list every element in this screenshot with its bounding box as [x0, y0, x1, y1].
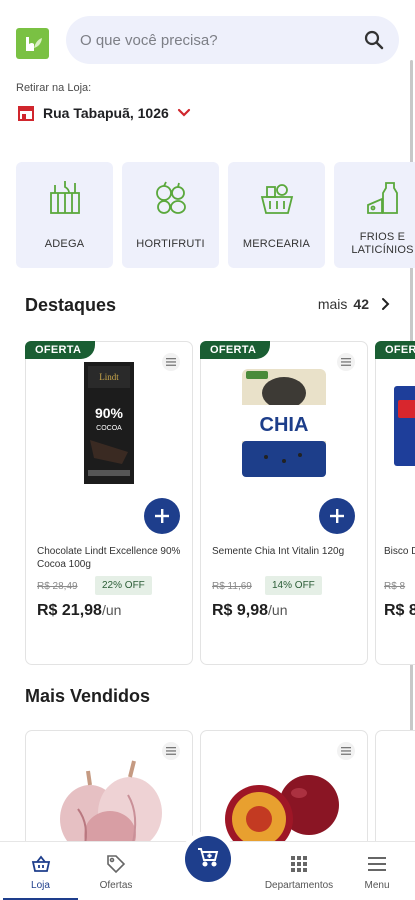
chevron-right-icon[interactable] — [379, 297, 393, 311]
category-mercearia[interactable]: MERCEARIA — [228, 162, 325, 268]
header: O que você precisa? Retirar na Loja: Rua… — [0, 0, 415, 150]
nav-label: Loja — [31, 879, 50, 891]
product-name[interactable]: Semente Chia Int Vitalin 120g — [212, 545, 360, 558]
offer-badge: OFERTA — [25, 341, 96, 359]
price-unit: /un — [101, 602, 122, 618]
search-icon[interactable] — [363, 29, 385, 51]
section-title-destaques: Destaques — [25, 295, 117, 315]
old-price: R$ 28,49 — [37, 581, 78, 592]
grid-icon — [288, 853, 310, 875]
old-price: R$ 8 — [384, 581, 406, 592]
basket-icon — [257, 178, 297, 218]
price: R$ 21,98/un — [37, 602, 121, 620]
price-value: R$ 21,98 — [37, 602, 102, 619]
nav-item-loja[interactable]: Loja — [3, 842, 78, 900]
svg-text:90%: 90% — [95, 405, 124, 421]
offer-badge: OFER — [375, 341, 415, 359]
nav-item-menu[interactable]: Menu — [345, 842, 409, 900]
pickup-label: Retirar na Loja: — [16, 82, 92, 94]
price: R$ 9,98/un — [212, 602, 288, 620]
store-name[interactable]: Rua Tabapuã, 1026 — [43, 105, 169, 121]
category-label: HORTIFRUTI — [136, 238, 205, 250]
store-icon — [16, 103, 36, 123]
fruits-icon — [151, 178, 191, 218]
category-adega[interactable]: ADEGA — [16, 162, 113, 268]
svg-text:CHIA: CHIA — [260, 414, 309, 436]
price-unit: /un — [268, 602, 288, 618]
product-card[interactable]: OFER Bisco Diges R$ 8 R$ 8 — [375, 341, 415, 665]
logo[interactable] — [16, 28, 49, 59]
more-count: 42 — [353, 296, 369, 312]
nav-label: Ofertas — [99, 879, 133, 891]
product-card[interactable]: OFERTA Lindt 90% COCOA Chocolate Lindt E… — [25, 341, 193, 665]
basket-icon — [30, 853, 52, 875]
store-selector[interactable]: Rua Tabapuã, 1026 — [16, 103, 192, 123]
svg-text:Lindt: Lindt — [99, 372, 119, 382]
discount-badge: 14% OFF — [265, 576, 322, 595]
search-input[interactable]: O que você precisa? — [80, 32, 363, 49]
add-to-cart-button[interactable] — [144, 498, 180, 534]
product-image[interactable]: CHIA — [229, 358, 339, 488]
highlights-carousel[interactable]: OFERTA Lindt 90% COCOA Chocolate Lindt E… — [25, 341, 415, 665]
category-label: MERCEARIA — [242, 238, 311, 250]
product-image[interactable]: Lindt 90% COCOA — [54, 358, 164, 488]
cart-button[interactable] — [185, 836, 231, 882]
nav-item-ofertas[interactable]: Ofertas — [80, 842, 152, 900]
price-value: R$ 8 — [384, 602, 415, 619]
chevron-down-icon[interactable] — [176, 105, 192, 121]
add-to-list-icon[interactable] — [337, 353, 355, 371]
product-image[interactable] — [394, 386, 415, 466]
nav-label: Departamentos — [264, 879, 334, 891]
section-title-mais-vendidos: Mais Vendidos — [25, 686, 151, 706]
more-label: mais — [317, 296, 348, 312]
nav-item-departamentos[interactable]: Departamentos — [258, 842, 340, 900]
price: R$ 8 — [384, 602, 415, 620]
cart-icon — [197, 847, 219, 872]
svg-text:COCOA: COCOA — [96, 425, 122, 432]
dairy-icon — [363, 178, 403, 218]
add-to-list-icon[interactable] — [337, 742, 355, 760]
add-to-list-icon[interactable] — [162, 353, 180, 371]
price-value: R$ 9,98 — [212, 602, 269, 619]
see-more-link[interactable]: mais 42 — [318, 296, 393, 312]
category-hortifruti[interactable]: HORTIFRUTI — [122, 162, 219, 268]
search-bar[interactable]: O que você precisa? — [66, 16, 399, 64]
product-name[interactable]: Chocolate Lindt Excellence 90% Cocoa 100… — [37, 545, 185, 571]
tag-icon — [105, 853, 127, 875]
offer-badge: OFERTA — [200, 341, 271, 359]
add-to-cart-button[interactable] — [319, 498, 355, 534]
product-card[interactable]: OFERTA CHIA Semente Chia Int Vitalin 120… — [200, 341, 368, 665]
discount-badge: 22% OFF — [95, 576, 152, 595]
nav-label: Menu — [364, 879, 390, 891]
product-name[interactable]: Bisco Diges — [384, 545, 415, 558]
category-carousel[interactable]: ADEGA HORTIFRUTI MERCEARIA FRIOS E LATIC… — [16, 162, 415, 269]
category-label: ADEGA — [44, 238, 85, 250]
category-label: FRIOS E LATICÍNIOS — [351, 231, 414, 256]
old-price: R$ 11,69 — [212, 581, 252, 592]
menu-icon — [366, 853, 388, 875]
category-frios-laticinios[interactable]: FRIOS E LATICÍNIOS — [334, 162, 415, 268]
wine-icon — [45, 178, 85, 218]
